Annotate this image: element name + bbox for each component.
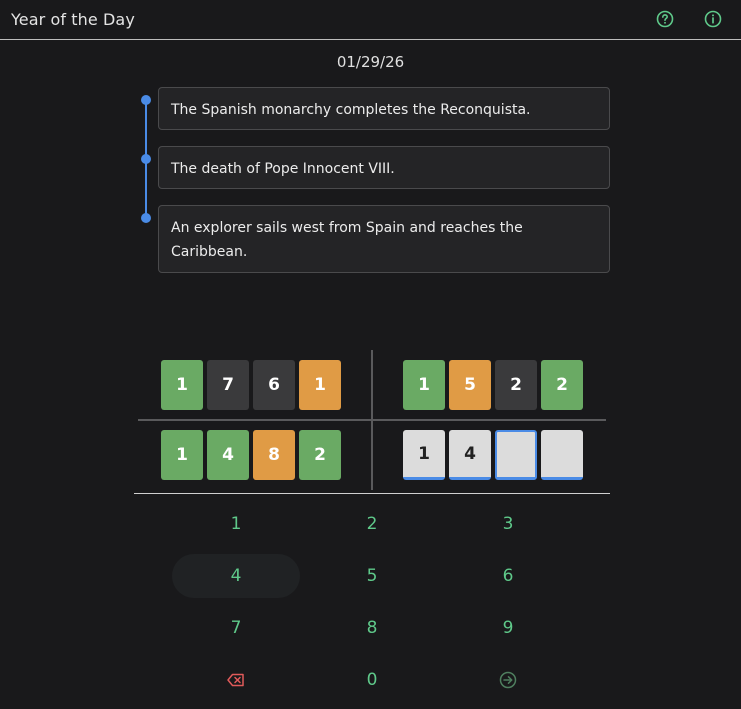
key-8[interactable]: 8 [308,606,436,650]
backspace-key[interactable] [172,658,300,702]
guess-tile: 2 [541,360,583,410]
key-6[interactable]: 6 [444,554,572,598]
question-circle-icon[interactable] [656,10,674,28]
key-5[interactable]: 5 [308,554,436,598]
app-title: Year of the Day [11,10,135,29]
key-0[interactable]: 0 [308,658,436,702]
header-bar: Year of the Day [0,0,741,40]
guess-tile: 4 [207,430,249,480]
guess-row: 1 7 6 1 [161,360,341,410]
key-2[interactable]: 2 [308,502,436,546]
guess-tile: 2 [299,430,341,480]
guess-tile: 1 [161,430,203,480]
clue-text: An explorer sails west from Spain and re… [171,220,523,260]
input-tile: 4 [449,430,491,480]
guess-row: 1 5 2 2 [403,360,583,410]
clue-text: The death of Pope Innocent VIII. [171,161,395,177]
keypad-divider [134,493,610,494]
guess-tile: 1 [403,360,445,410]
clue-card: An explorer sails west from Spain and re… [158,205,610,273]
input-tile-active [495,430,537,480]
clue-text: The Spanish monarchy completes the Recon… [171,102,531,118]
info-circle-icon[interactable] [704,10,722,28]
guess-tile: 7 [207,360,249,410]
guess-tile: 1 [161,360,203,410]
current-input-row: 1 4 [403,430,583,480]
guess-row: 1 4 8 2 [161,430,341,480]
clue-card: The death of Pope Innocent VIII. [158,146,610,189]
guess-tile: 8 [253,430,295,480]
key-7[interactable]: 7 [172,606,300,650]
input-tile [541,430,583,480]
guess-tile: 6 [253,360,295,410]
key-1[interactable]: 1 [172,502,300,546]
backspace-icon [227,673,245,687]
timeline-dot [141,154,151,164]
puzzle-date: 01/29/26 [336,53,405,71]
timeline-dot [141,95,151,105]
key-4[interactable]: 4 [172,554,300,598]
key-9[interactable]: 9 [444,606,572,650]
grid-divider-horizontal [138,419,606,421]
guess-tile: 2 [495,360,537,410]
input-tile: 1 [403,430,445,480]
timeline-dot [141,213,151,223]
guess-tile: 1 [299,360,341,410]
guess-tile: 5 [449,360,491,410]
clue-card: The Spanish monarchy completes the Recon… [158,87,610,130]
arrow-right-circle-icon [499,671,517,689]
submit-key[interactable] [444,658,572,702]
key-3[interactable]: 3 [444,502,572,546]
